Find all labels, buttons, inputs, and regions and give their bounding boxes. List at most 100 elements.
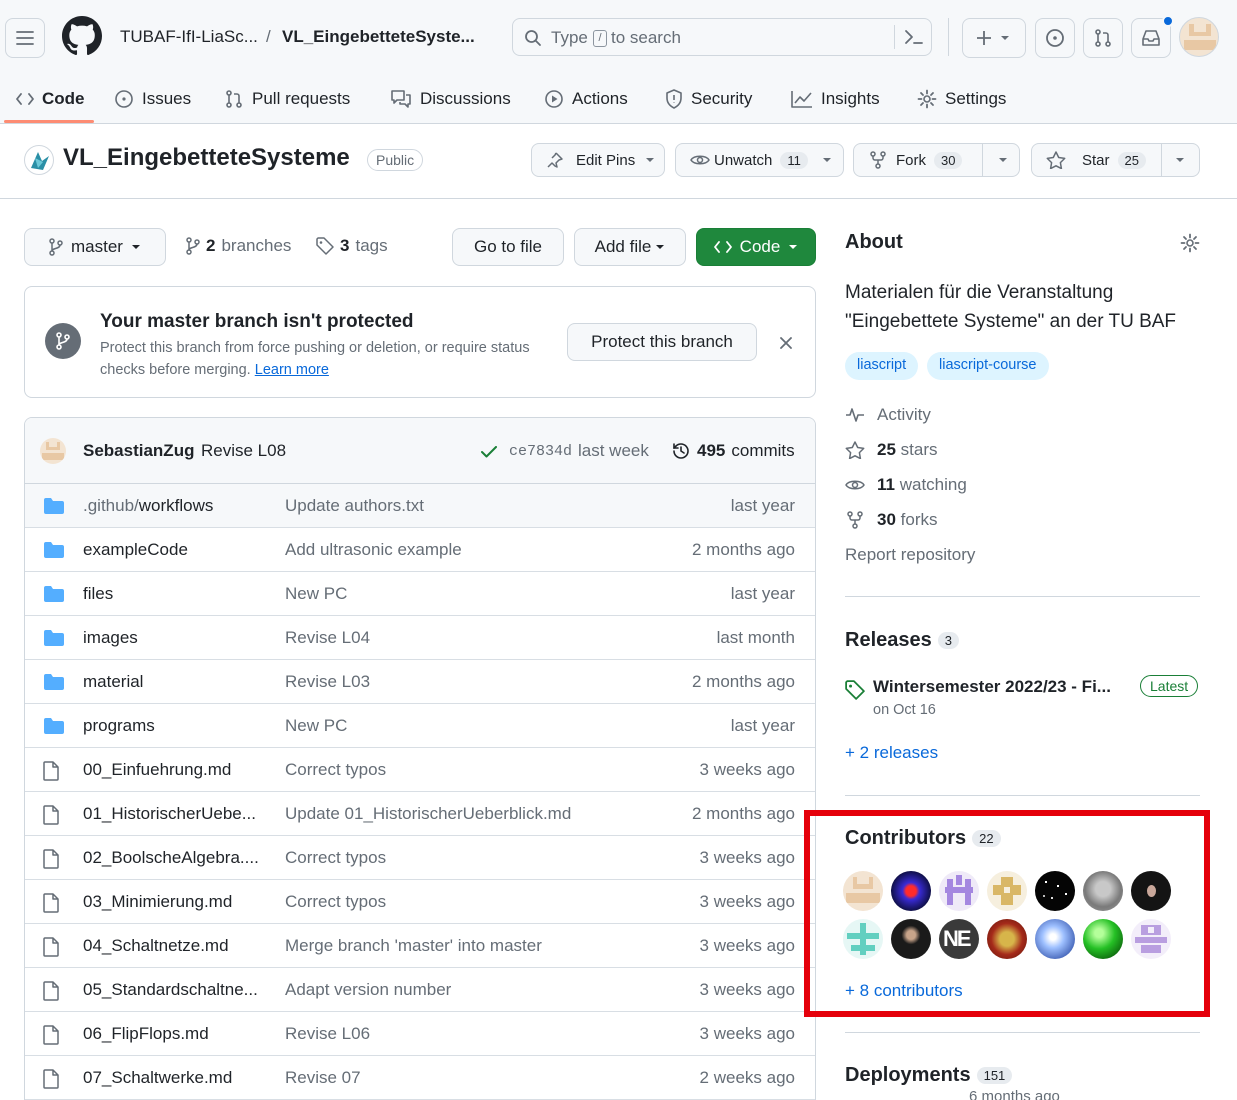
go-to-file-button[interactable]: Go to file [452, 228, 564, 266]
file-row[interactable]: 06_FlipFlops.md Revise L06 3 weeks ago [25, 1012, 815, 1056]
repo-header-divider [0, 198, 1237, 199]
file-row[interactable]: files New PC last year [25, 572, 815, 616]
command-palette-icon[interactable] [904, 28, 924, 46]
star-dropdown-icon[interactable] [1175, 157, 1185, 163]
file-row[interactable]: 02_BoolscheAlgebra.... Correct typos 3 wee… [25, 836, 815, 880]
file-row[interactable]: programs New PC last year [25, 704, 815, 748]
protect-branch-button[interactable]: Protect this branch [567, 323, 757, 361]
branch-select[interactable]: master [24, 228, 166, 266]
repo-name[interactable]: VL_EingebetteteSysteme [63, 144, 350, 172]
file-row[interactable]: images Revise L04 last month [25, 616, 815, 660]
file-name[interactable]: 07_Schaltwerke.md [83, 1068, 232, 1088]
file-commit-message[interactable]: Revise L06 [285, 1024, 370, 1044]
watch-button[interactable]: Unwatch 11 [675, 143, 844, 177]
file-name[interactable]: material [83, 672, 143, 692]
breadcrumb-repo[interactable]: VL_EingebetteteSyste... [282, 27, 475, 47]
file-row[interactable]: exampleCode Add ultrasonic example 2 month… [25, 528, 815, 572]
topic-liascript[interactable]: liascript [845, 352, 919, 380]
file-name[interactable]: .github/workflows [83, 496, 213, 516]
issues-button[interactable] [1035, 18, 1075, 58]
search-input[interactable]: Type / to search [512, 18, 932, 56]
file-row[interactable]: 03_Minimierung.md Correct typos 3 weeks ag… [25, 880, 815, 924]
file-commit-message[interactable]: New PC [285, 716, 347, 736]
user-avatar[interactable] [1179, 17, 1219, 57]
repo-owner-avatar[interactable] [24, 145, 54, 175]
file-commit-message[interactable]: Add ultrasonic example [285, 540, 462, 560]
commits-link[interactable]: 495 commits [671, 441, 795, 461]
file-commit-message[interactable]: Correct typos [285, 848, 386, 868]
file-commit-message[interactable]: Revise 07 [285, 1068, 361, 1088]
branches-link[interactable]: 2 branches [186, 236, 291, 256]
tab-pull-requests[interactable]: Pull requests [224, 74, 350, 124]
inbox-button[interactable] [1131, 15, 1174, 58]
create-new-button[interactable] [962, 18, 1026, 58]
file-name[interactable]: 03_Minimierung.md [83, 892, 232, 912]
tab-actions[interactable]: Actions [544, 74, 628, 124]
deployments-heading[interactable]: Deployments 151 [845, 1064, 1013, 1087]
more-releases-link[interactable]: + 2 releases [845, 743, 938, 763]
report-repository-link[interactable]: Report repository [845, 545, 975, 565]
file-commit-message[interactable]: Update authors.txt [285, 496, 424, 516]
file-name[interactable]: 05_Standardschaltne... [83, 980, 258, 1000]
star-button[interactable]: Star 25 [1031, 143, 1200, 177]
tab-security[interactable]: Security [665, 74, 752, 124]
file-row[interactable]: 07_Schaltwerke.md Revise 07 2 weeks ago [25, 1056, 815, 1100]
commit-hash[interactable]: ce7834d [509, 443, 572, 460]
tab-issues[interactable]: Issues [114, 74, 191, 124]
pull-requests-button[interactable] [1083, 18, 1123, 58]
gear-icon[interactable] [1180, 233, 1200, 253]
file-commit-message[interactable]: Revise L04 [285, 628, 370, 648]
file-name[interactable]: images [83, 628, 138, 648]
file-commit-message[interactable]: Adapt version number [285, 980, 451, 1000]
learn-more-link[interactable]: Learn more [255, 362, 329, 378]
commit-author-avatar[interactable] [40, 438, 66, 464]
fork-icon [870, 151, 886, 169]
tab-settings[interactable]: Settings [917, 74, 1006, 124]
latest-release-name[interactable]: Wintersemester 2022/23 - Fi... [873, 677, 1111, 697]
file-name[interactable]: exampleCode [83, 540, 188, 560]
file-name[interactable]: 04_Schaltnetze.md [83, 936, 229, 956]
tags-link[interactable]: 3 tags [316, 236, 388, 256]
forks-count: 30 [877, 510, 896, 529]
file-row[interactable]: 00_Einfuehrung.md Correct typos 3 weeks ag… [25, 748, 815, 792]
file-name[interactable]: 01_HistorischerUebe... [83, 804, 256, 824]
add-file-button[interactable]: Add file [574, 228, 686, 266]
file-commit-message[interactable]: Update 01_HistorischerUeberblick.md [285, 804, 571, 824]
forks-link[interactable]: 30 forks [845, 510, 938, 530]
breadcrumb-org[interactable]: TUBAF-IfI-LiaSc... [120, 27, 258, 47]
file-commit-message[interactable]: New PC [285, 584, 347, 604]
tab-insights[interactable]: Insights [791, 74, 880, 124]
file-name[interactable]: programs [83, 716, 155, 736]
file-row[interactable]: .github/workflows Update authors.txt last … [25, 484, 815, 528]
close-icon[interactable] [780, 337, 792, 349]
commit-author[interactable]: SebastianZug [83, 441, 194, 461]
commit-message[interactable]: Revise L08 [201, 441, 286, 461]
file-row[interactable]: 04_Schaltnetze.md Merge branch 'master' i… [25, 924, 815, 968]
file-name[interactable]: files [83, 584, 113, 604]
file-icon [43, 937, 59, 957]
file-name[interactable]: 00_Einfuehrung.md [83, 760, 231, 780]
folder-icon [43, 629, 65, 647]
activity-link[interactable]: Activity [845, 405, 931, 425]
github-logo-icon[interactable] [62, 16, 102, 56]
code-button[interactable]: Code [696, 228, 816, 266]
file-commit-message[interactable]: Correct typos [285, 760, 386, 780]
menu-button[interactable] [5, 18, 45, 58]
stars-link[interactable]: 25 stars [845, 440, 938, 460]
edit-pins-button[interactable]: Edit Pins [531, 143, 665, 177]
topic-liascript-course[interactable]: liascript-course [927, 352, 1049, 380]
file-name[interactable]: 02_BoolscheAlgebra.... [83, 848, 259, 868]
fork-button[interactable]: Fork 30 [853, 143, 1020, 177]
file-row[interactable]: material Revise L03 2 months ago [25, 660, 815, 704]
file-name[interactable]: 06_FlipFlops.md [83, 1024, 209, 1044]
file-row[interactable]: 01_HistorischerUebe... Update 01_Historis… [25, 792, 815, 836]
file-commit-message[interactable]: Merge branch 'master' into master [285, 936, 542, 956]
file-row[interactable]: 05_Standardschaltne... Adapt version numb… [25, 968, 815, 1012]
tab-code[interactable]: Code [16, 74, 85, 124]
file-commit-message[interactable]: Revise L03 [285, 672, 370, 692]
fork-dropdown-icon[interactable] [998, 157, 1008, 163]
file-commit-message[interactable]: Correct typos [285, 892, 386, 912]
watching-link[interactable]: 11 watching [845, 475, 967, 495]
releases-heading[interactable]: Releases 3 [845, 629, 959, 652]
tab-discussions[interactable]: Discussions [390, 74, 511, 124]
